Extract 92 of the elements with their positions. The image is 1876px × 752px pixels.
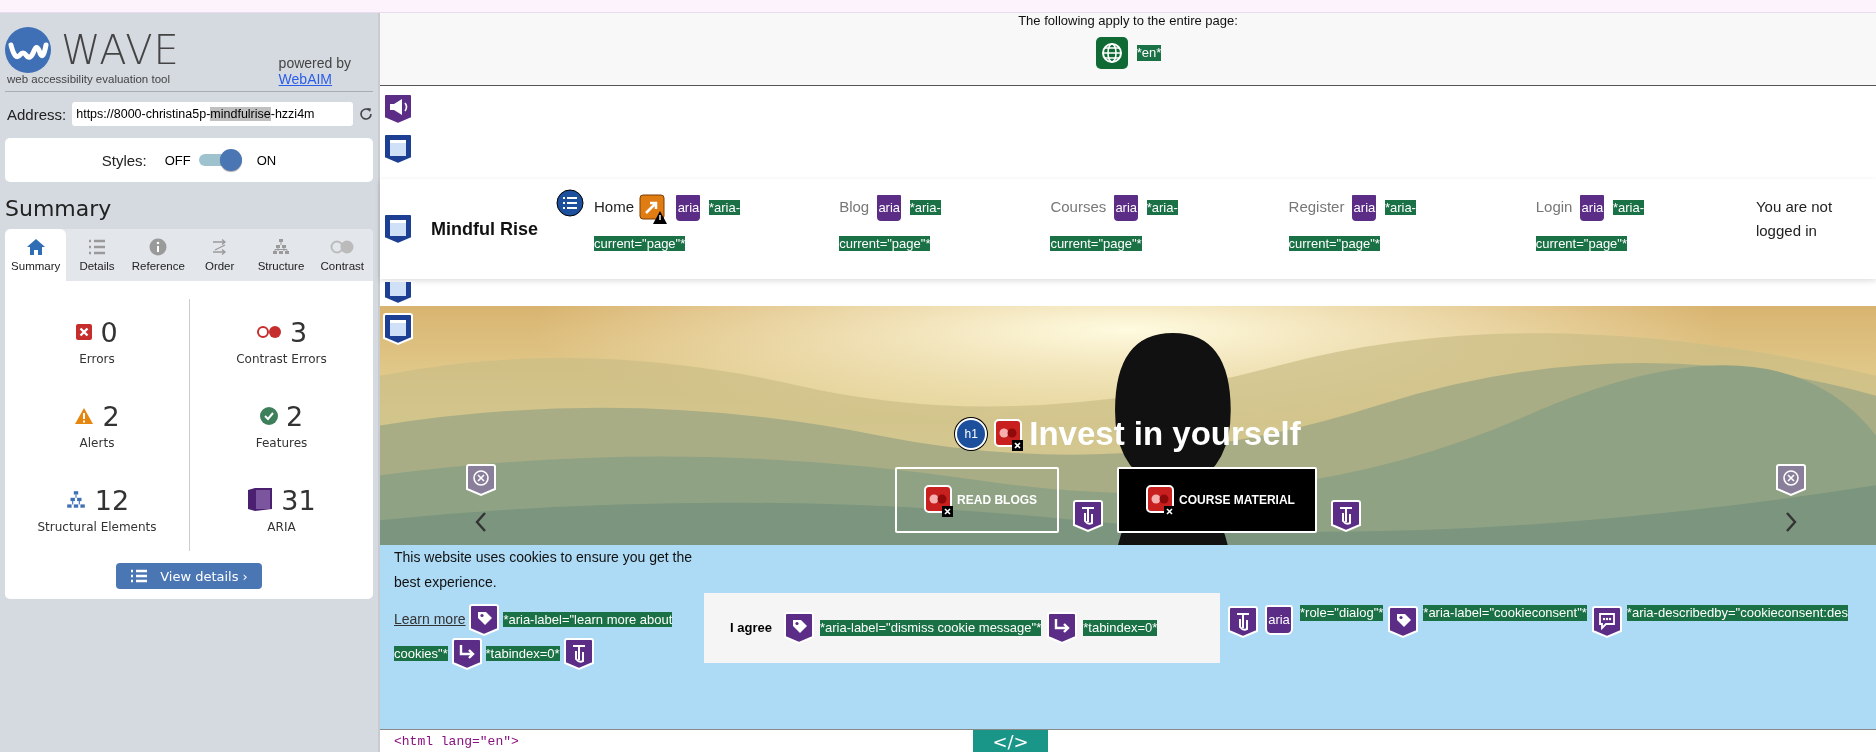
login-status: You are not logged in [1755, 197, 1834, 242]
dismiss-bubble-icon [1776, 462, 1806, 497]
code-toggle-button[interactable]: </> [973, 730, 1048, 752]
aria-badge: aria [875, 193, 904, 224]
summary-tab[interactable]: Summary [5, 229, 67, 281]
aria-note: *aria-label="cookieconsent"* [1423, 604, 1587, 622]
stat-label: Errors [79, 351, 115, 366]
nav-link[interactable]: Home [594, 198, 634, 216]
contrast-error-icon [923, 482, 954, 517]
alert-icon [74, 407, 95, 425]
contrast-error-icon [255, 324, 282, 340]
stat-label: Features [255, 435, 308, 450]
stat-label: Structural Elements [37, 519, 157, 534]
error-icon [76, 324, 93, 340]
aria-note: *aria-describedby="cookieconsent:des [1626, 604, 1848, 622]
nav-link[interactable]: Login [1535, 198, 1573, 216]
aria-note: *tabindex=0* [485, 645, 560, 661]
hierarchy-icon [64, 490, 87, 510]
globe-icon [1094, 36, 1129, 70]
list-icon [87, 238, 107, 256]
nav-link[interactable]: Register [1288, 198, 1345, 216]
aria-badge: aria [1112, 193, 1141, 224]
contrast-error-icon [1145, 482, 1176, 517]
wave-logo-icon [5, 27, 51, 73]
speech-bubble-icon [1591, 604, 1622, 639]
notice-text: The following apply to the entire page: [1018, 13, 1238, 28]
pointer-hand-icon [1228, 604, 1258, 639]
summary-tab[interactable]: Details [66, 229, 128, 281]
aria-badge: aria [674, 193, 703, 224]
aria-note: *role="dialog"* [1300, 604, 1384, 622]
summary-heading: Summary [5, 196, 113, 221]
wave-logo-text: WAVE [61, 27, 180, 73]
home-icon [25, 238, 46, 256]
powered-by-text: powered by [278, 55, 351, 71]
stat-label: Contrast Errors [236, 351, 327, 366]
summary-tab[interactable]: Order [189, 229, 251, 281]
address-label: Address: [7, 105, 67, 123]
container-icon [383, 311, 413, 346]
summary-tab[interactable]: Reference [127, 229, 189, 281]
stat-count: 2 [102, 400, 120, 432]
view-details-button[interactable]: View details › [116, 563, 262, 589]
cookie-message: This website uses cookies to ensure you get the best experience. [394, 547, 694, 592]
stat-count: 0 [100, 316, 118, 348]
on-label: ON [256, 152, 277, 168]
aria-badge: aria [1265, 604, 1293, 635]
webaim-link[interactable]: WebAIM [278, 71, 351, 87]
learn-more-link[interactable]: Learn more [394, 610, 466, 627]
styles-switch[interactable] [198, 148, 243, 172]
nav-link[interactable]: Courses [1050, 198, 1107, 216]
tag-icon [783, 610, 814, 645]
styles-label: Styles: [101, 151, 147, 169]
stat-count: 3 [289, 316, 308, 348]
stat-count: 31 [281, 484, 316, 516]
tag-icon [469, 602, 500, 637]
pointer-hand-icon [1330, 498, 1361, 533]
aria-note: *en* [1136, 44, 1162, 62]
link-alert-icon [638, 191, 668, 226]
brand-name: Mindful Rise [431, 218, 538, 240]
summary-tab[interactable]: Structure [250, 229, 312, 281]
agree-button[interactable]: I agree [730, 620, 778, 636]
aria-icon [247, 488, 274, 512]
nav-link[interactable]: Blog [839, 198, 870, 216]
list-icon [130, 569, 149, 583]
container-icon [383, 281, 413, 306]
stat-count: 12 [94, 484, 130, 516]
reload-icon [359, 107, 373, 121]
dismiss-bubble-icon [466, 462, 496, 497]
stat-label: ARIA [267, 519, 296, 534]
check-circle-icon [259, 407, 278, 425]
aria-badge: aria [1578, 193, 1607, 224]
address-field[interactable]: https://8000-christina5p-mindfulrise-hzzi4m [72, 102, 353, 126]
tagline: web accessibility evaluation tool [7, 73, 171, 85]
pointer-hand-icon [563, 636, 594, 671]
list-icon [556, 189, 584, 218]
contrast-icon [330, 238, 355, 256]
source-code-line: <html lang="en"> [394, 733, 519, 749]
switch-thumb[interactable] [219, 149, 242, 171]
aria-badge: aria [1350, 193, 1379, 224]
summary-tab[interactable]: Contrast [311, 229, 373, 281]
contrast-error-icon [993, 416, 1024, 451]
off-label: OFF [164, 152, 191, 168]
info-icon [148, 238, 169, 256]
hierarchy-icon [270, 238, 291, 256]
stat-label: Alerts [79, 435, 115, 450]
tag-icon [1388, 604, 1419, 639]
tab-arrow-icon [1047, 610, 1078, 645]
hero-button[interactable]: COURSE MATERIAL [1117, 466, 1317, 533]
stat-count: 2 [285, 400, 304, 432]
aria-note: *aria-label="dismiss cookie message"* [819, 619, 1042, 636]
aria-note: *tabindex=0* [1083, 619, 1158, 636]
pointer-hand-icon [1073, 498, 1104, 533]
tab-arrow-icon [451, 636, 482, 671]
